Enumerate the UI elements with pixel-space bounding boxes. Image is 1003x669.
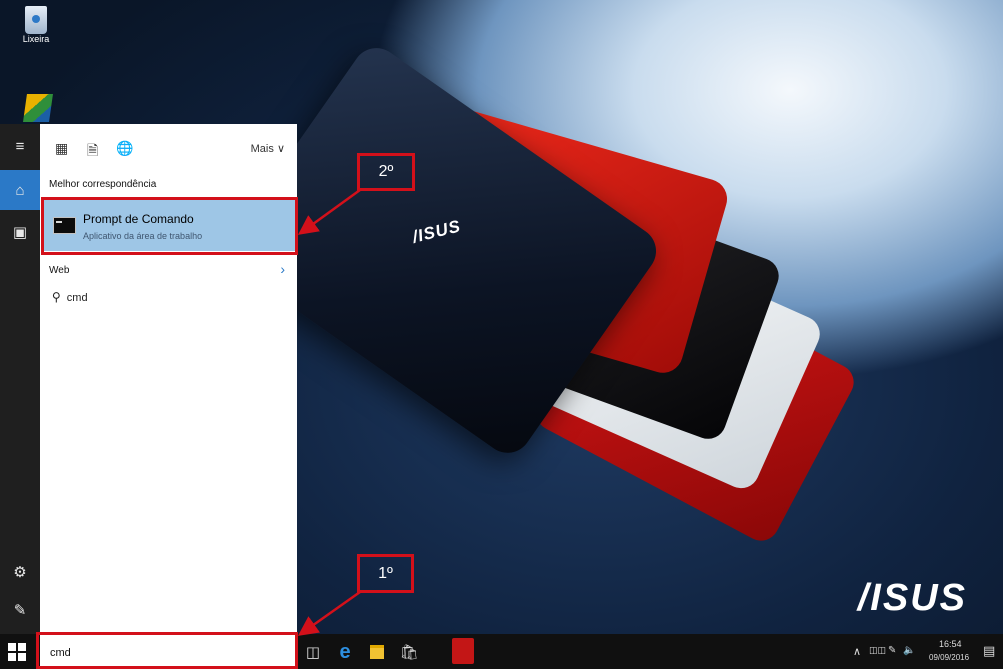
chevron-up-icon[interactable]: ∧ <box>853 645 861 658</box>
gear-icon: ⚙ <box>13 564 27 581</box>
home-icon: ⌂ <box>15 181 25 199</box>
web-search-suggestion[interactable]: ⚲ cmd <box>52 290 88 304</box>
recycle-bin-icon <box>25 6 47 34</box>
notification-icon[interactable]: ▤ <box>983 643 995 659</box>
notebook-button[interactable]: ▣ <box>0 212 40 252</box>
task-view-button[interactable]: ◫ <box>302 641 324 663</box>
notebook-icon: ▣ <box>12 224 28 241</box>
chevron-right-icon[interactable]: › <box>280 261 285 277</box>
annotation-box-search <box>36 632 298 669</box>
best-match-heading: Melhor correspondência <box>49 179 157 190</box>
document-filter-icon[interactable]: 🗎 <box>87 140 98 164</box>
recycle-bin-label: Lixeira <box>22 34 50 44</box>
pen-icon[interactable]: ✎ <box>888 645 896 656</box>
search-filter-row: ▦ 🗎 🌐 Mais ∨ <box>40 124 297 174</box>
annotation-box-result <box>41 197 298 255</box>
web-suggestion-text: cmd <box>66 292 88 304</box>
feedback-icon: ✎ <box>13 602 27 619</box>
start-rail: ≡ ⌂ ▣ ⚙ ✎ <box>0 124 40 634</box>
clock-time[interactable]: 16:54 <box>939 639 962 649</box>
recycle-bin-shortcut[interactable]: Lixeira <box>14 6 58 44</box>
folder-icon <box>370 645 384 659</box>
search-icon: ⚲ <box>52 290 61 304</box>
more-filters-button[interactable]: Mais ∨ <box>251 142 285 155</box>
system-tray: ∧ ◫◫ ✎ 🔈 16:54 09/09/2016 ▤ <box>843 634 1003 669</box>
annotation-step-1: 1º <box>357 554 414 593</box>
annotation-step-2: 2º <box>357 153 415 191</box>
chevron-down-icon: ∨ <box>276 143 285 155</box>
file-explorer-button[interactable] <box>366 641 388 663</box>
edge-browser-button[interactable]: e <box>334 641 356 663</box>
desktop-app-shortcut[interactable] <box>16 94 60 122</box>
app-shortcut-icon <box>23 94 53 122</box>
globe-filter-icon[interactable]: 🌐 <box>116 140 133 157</box>
hamburger-icon: ≡ <box>15 137 25 155</box>
volume-icon[interactable]: 🔈 <box>903 645 915 656</box>
feedback-button[interactable]: ✎ <box>0 590 40 630</box>
brand-logo: /ISUS <box>857 577 967 619</box>
windows-logo-icon <box>8 643 16 651</box>
edge-icon: e <box>339 640 351 663</box>
home-button[interactable]: ⌂ <box>0 170 40 210</box>
settings-button[interactable]: ⚙ <box>0 552 40 592</box>
shopping-bag-icon: 🛍 <box>399 644 419 661</box>
hamburger-menu-button[interactable]: ≡ <box>0 126 40 166</box>
network-icon[interactable]: ◫◫ <box>869 645 886 656</box>
clock-date[interactable]: 09/09/2016 <box>929 653 969 662</box>
more-label: Mais <box>250 143 274 155</box>
task-view-icon: ◫ <box>305 644 321 661</box>
web-heading: Web <box>49 265 70 276</box>
apps-filter-icon[interactable]: ▦ <box>55 140 68 157</box>
pinned-app-button[interactable] <box>452 638 474 664</box>
store-button[interactable]: 🛍 <box>398 641 420 663</box>
start-button[interactable] <box>8 643 26 661</box>
